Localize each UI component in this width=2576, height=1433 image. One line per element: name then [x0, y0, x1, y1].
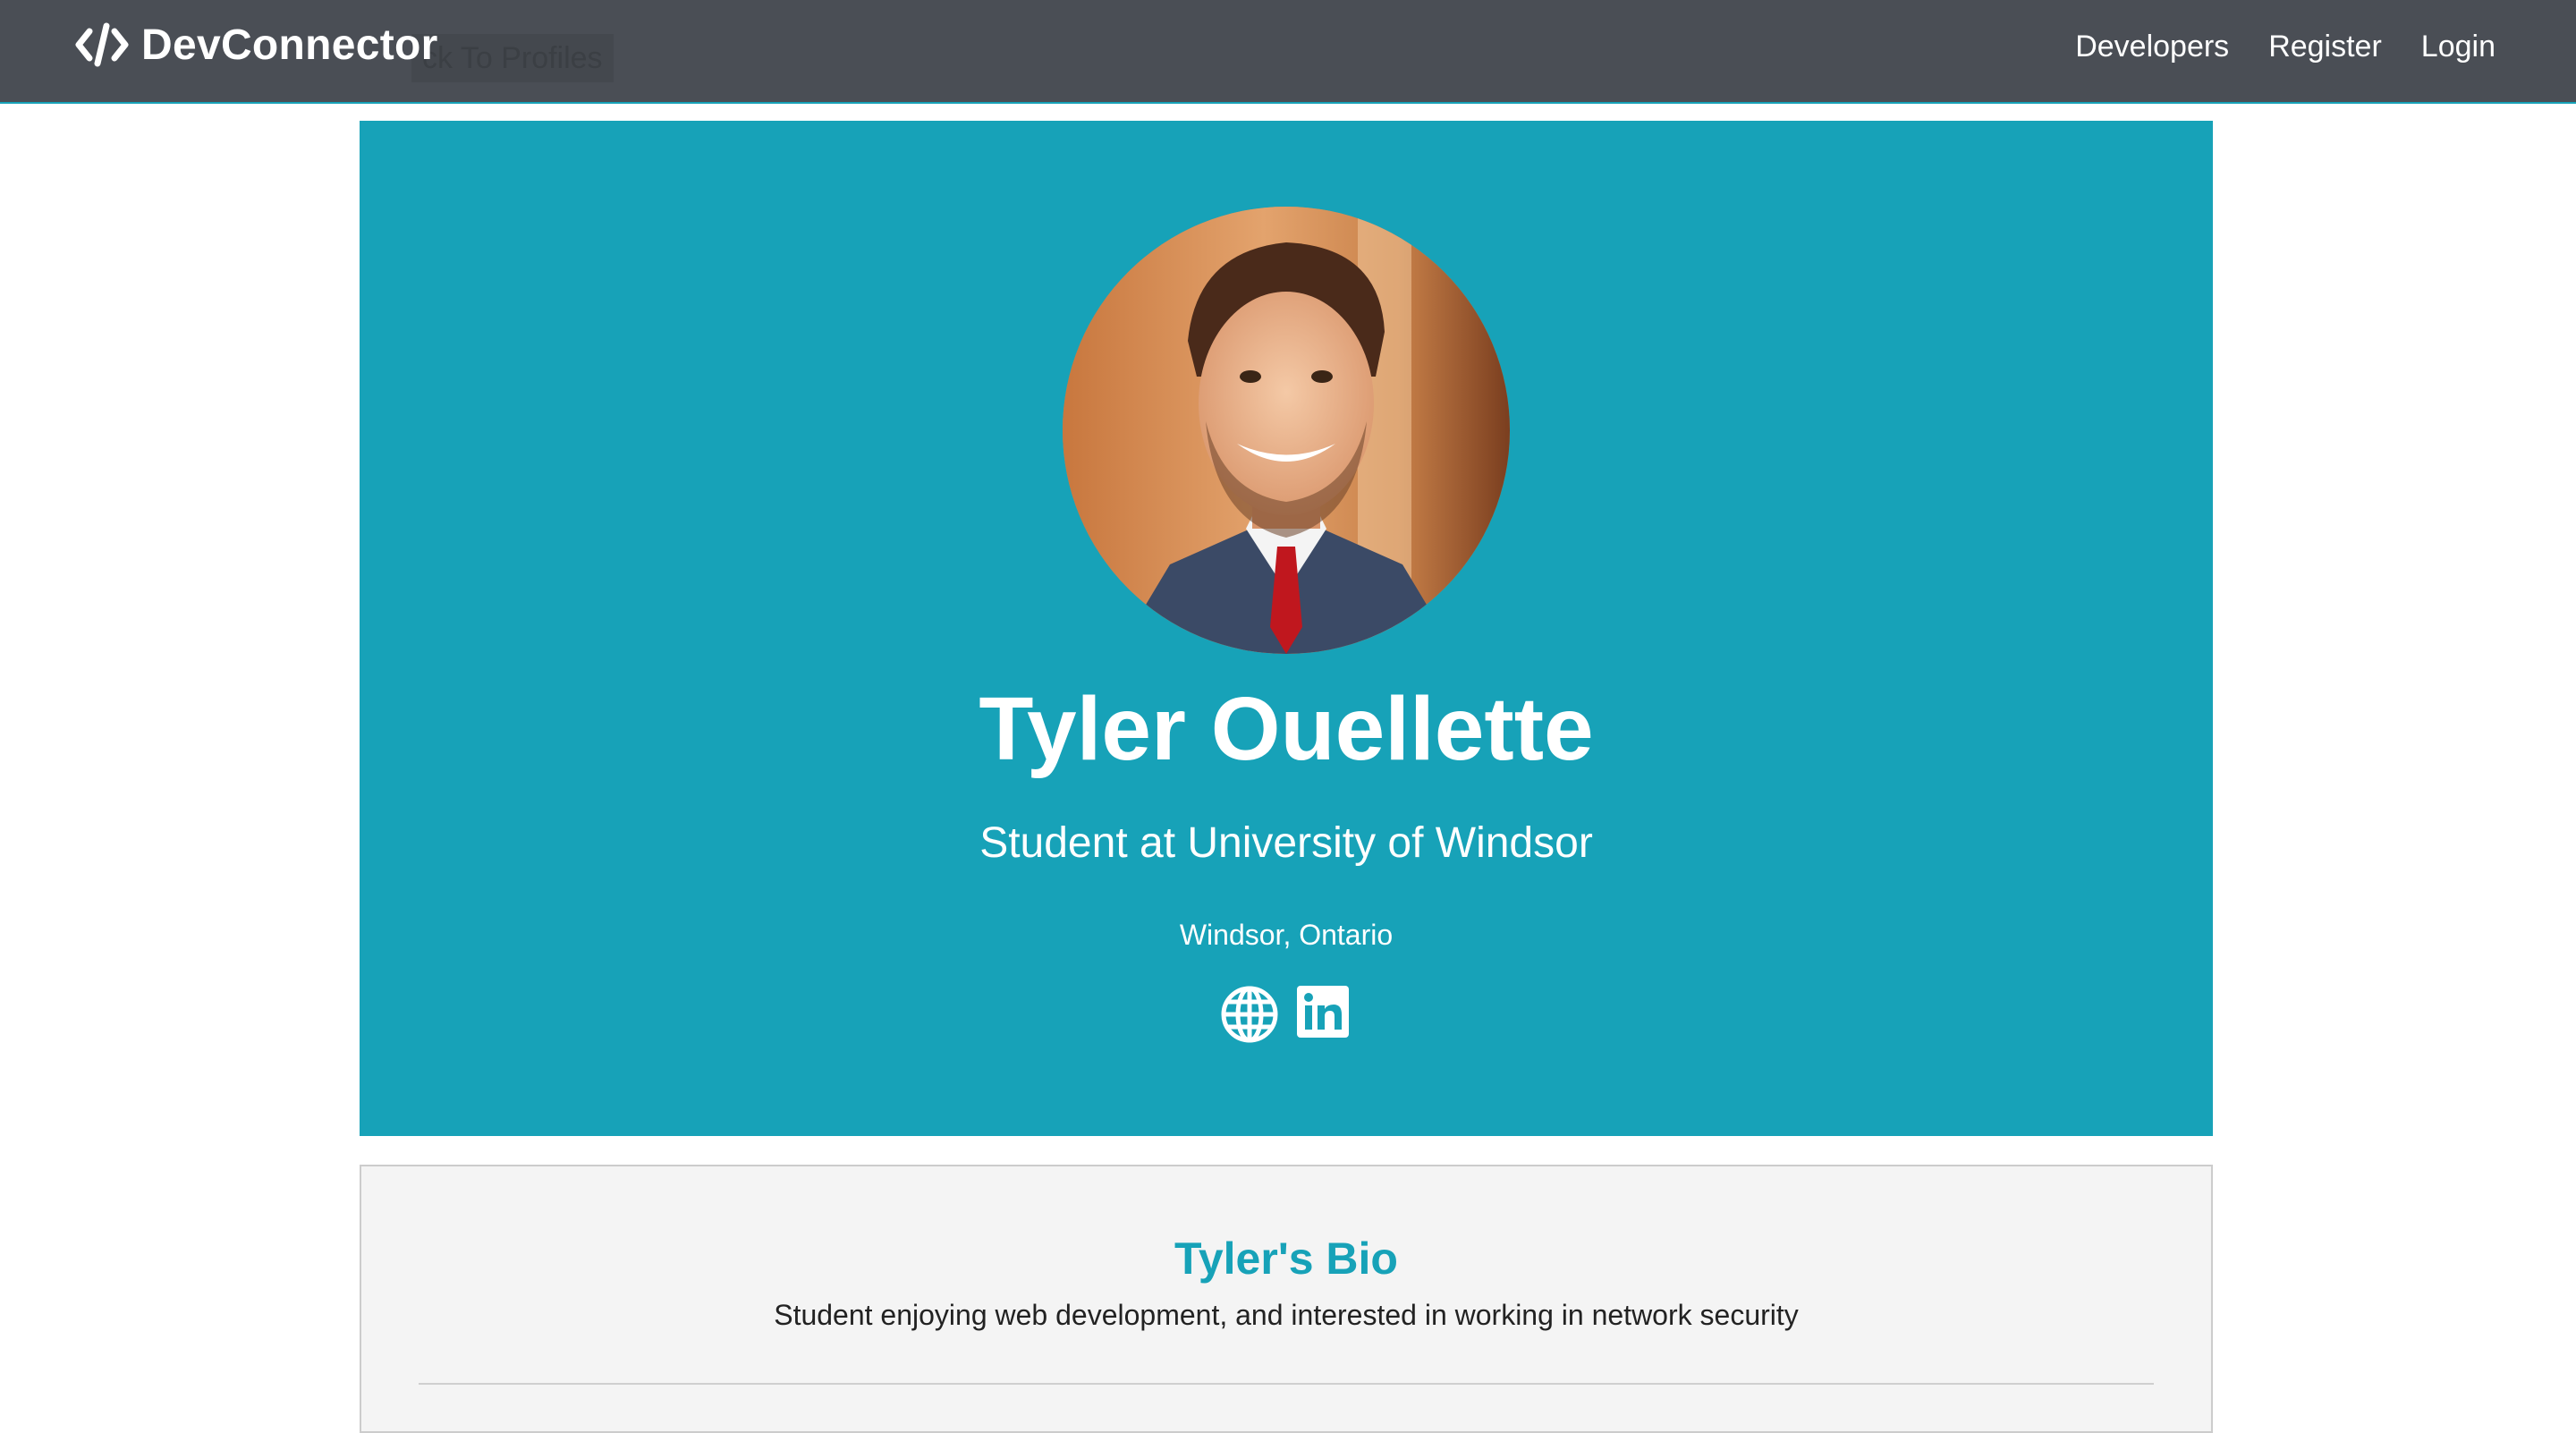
bio-divider	[419, 1383, 2154, 1385]
social-links	[360, 985, 2213, 1044]
nav-link-developers[interactable]: Developers	[2075, 21, 2229, 72]
profile-name: Tyler Ouellette	[979, 679, 1594, 779]
bio-title: Tyler's Bio	[1174, 1234, 1398, 1284]
profile-status: Student at University of Windsor	[979, 819, 1593, 867]
nav-link-login[interactable]: Login	[2421, 21, 2496, 72]
brand-logo-link[interactable]: DevConnector	[75, 18, 438, 72]
bio-text: Student enjoying web development, and in…	[774, 1299, 1799, 1331]
linkedin-icon[interactable]	[1293, 985, 1352, 1044]
back-to-profiles-button[interactable]: ck To Profiles	[411, 34, 614, 82]
avatar	[1063, 207, 1510, 654]
profile-header-card: Tyler Ouellette Student at University of…	[360, 121, 2213, 1136]
code-icon	[75, 22, 129, 67]
navbar: ck To Profiles DevConnector Developers R…	[0, 0, 2576, 104]
nav-links: Developers Register Login	[2075, 21, 2496, 72]
brand-label: DevConnector	[141, 21, 438, 69]
globe-icon[interactable]	[1220, 985, 1279, 1044]
profile-location: Windsor, Ontario	[1179, 919, 1394, 951]
nav-link-register[interactable]: Register	[2268, 21, 2382, 72]
bio-section: Tyler's Bio Student enjoying web develop…	[360, 1165, 2213, 1433]
